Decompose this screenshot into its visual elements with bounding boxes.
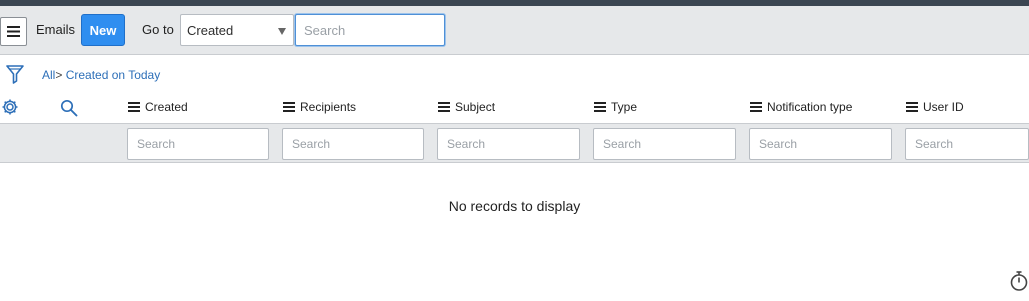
breadcrumb-separator: > xyxy=(55,68,63,82)
column-label: Notification type xyxy=(767,100,853,114)
column-menu-icon[interactable] xyxy=(750,102,762,112)
dropdown-arrow-icon xyxy=(278,28,286,35)
search-subject-input[interactable] xyxy=(437,128,580,160)
search-type-input[interactable] xyxy=(593,128,736,160)
column-menu-icon[interactable] xyxy=(594,102,606,112)
breadcrumb: All> Created on Today xyxy=(42,68,160,82)
column-header-recipients[interactable]: Recipients xyxy=(283,100,356,114)
column-header-subject[interactable]: Subject xyxy=(438,100,495,114)
column-label: User ID xyxy=(923,100,964,114)
goto-field-select[interactable]: Created xyxy=(180,14,294,46)
column-label: Subject xyxy=(455,100,496,114)
column-menu-icon[interactable] xyxy=(128,102,140,112)
search-user-id-input[interactable] xyxy=(905,128,1029,160)
empty-list-message: No records to display xyxy=(448,198,581,214)
funnel-icon[interactable] xyxy=(6,64,24,84)
gear-icon[interactable] xyxy=(1,98,19,116)
column-header-notification-type[interactable]: Notification type xyxy=(750,100,852,114)
column-header-type[interactable]: Type xyxy=(594,100,637,114)
new-button[interactable]: New xyxy=(81,14,125,46)
column-menu-icon[interactable] xyxy=(438,102,450,112)
column-search-row xyxy=(0,123,1029,163)
goto-selected-value: Created xyxy=(187,22,234,38)
magnifier-icon[interactable] xyxy=(60,99,78,117)
list-title: Emails xyxy=(36,22,76,37)
list-menu-button[interactable] xyxy=(0,17,27,46)
column-menu-icon[interactable] xyxy=(283,102,295,112)
column-menu-icon[interactable] xyxy=(906,102,918,112)
hamburger-icon xyxy=(7,26,20,37)
column-label: Recipients xyxy=(300,100,357,114)
column-label: Type xyxy=(611,100,638,114)
list-search-input[interactable] xyxy=(295,14,445,46)
column-header-created[interactable]: Created xyxy=(128,100,188,114)
breadcrumb-all[interactable]: All xyxy=(42,68,55,82)
column-header-user-id[interactable]: User ID xyxy=(906,100,964,114)
list-header-bar: Emails New Go to Created xyxy=(0,6,1029,55)
search-recipients-input[interactable] xyxy=(282,128,424,160)
column-label: Created xyxy=(145,100,188,114)
breadcrumb-filter-condition[interactable]: Created on Today xyxy=(66,68,161,82)
goto-label: Go to xyxy=(142,22,174,37)
search-created-input[interactable] xyxy=(127,128,269,160)
search-notification-type-input[interactable] xyxy=(749,128,892,160)
stopwatch-icon[interactable] xyxy=(1009,270,1029,292)
